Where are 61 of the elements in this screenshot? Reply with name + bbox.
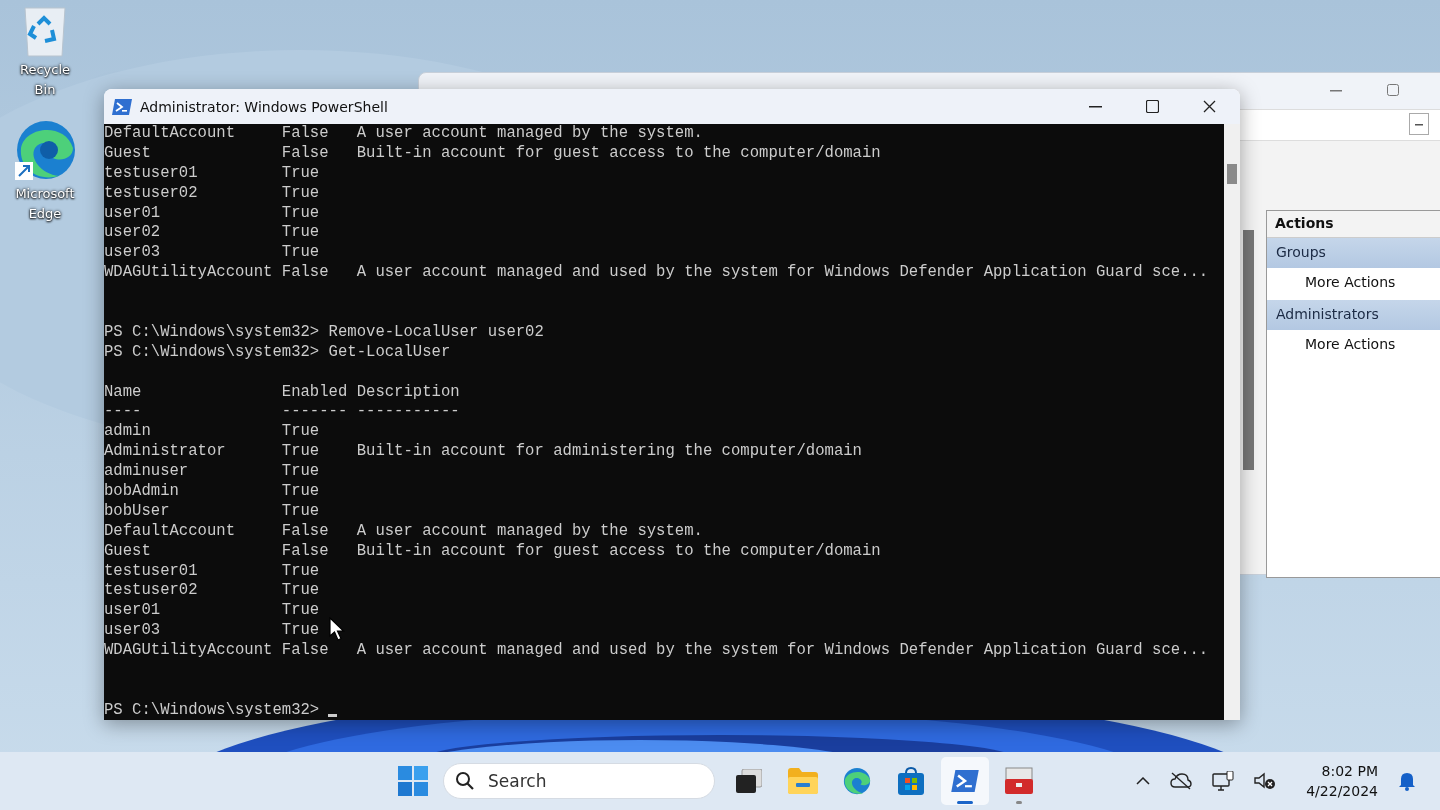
command-text: Get-LocalUser	[328, 342, 451, 361]
pane-title: Actions	[1267, 211, 1440, 238]
section-header[interactable]: Administrators	[1267, 300, 1440, 330]
running-indicator	[957, 801, 973, 804]
output-line: DefaultAccount False A user account managed by the system.	[104, 521, 703, 540]
windows-logo-icon[interactable]	[398, 766, 428, 796]
output-line: testuser02 True	[104, 581, 320, 600]
command-text: Remove-LocalUser user02	[328, 322, 544, 341]
edge-icon[interactable]	[13, 118, 77, 182]
toolbox-icon	[1005, 767, 1033, 795]
output-line: user03 True	[104, 243, 320, 262]
output-line: testuser02 True	[104, 183, 320, 202]
output-line: admin True	[104, 422, 320, 441]
output-line: user02 True	[104, 223, 320, 242]
cloud-off-icon[interactable]	[1170, 772, 1193, 790]
bell-icon[interactable]	[1398, 771, 1416, 791]
output-line: Administrator True Built-in account for administering the computer/domain	[104, 442, 862, 461]
minimize-icon[interactable]	[1089, 105, 1102, 108]
output-line: WDAGUtilityAccount False A user account managed and used by the system for Windows Defender Application Guard sce...	[104, 641, 1209, 660]
store-bag-icon	[898, 767, 924, 795]
output-line: WDAGUtilityAccount False A user account managed and used by the system for Windows Defender Application Guard sce...	[104, 263, 1209, 282]
output-line: Guest False Built-in account for guest access to the computer/domain	[104, 143, 881, 162]
action-link[interactable]: More Actions	[1267, 268, 1440, 300]
window-title: Administrator: Windows PowerShell	[140, 98, 388, 115]
maximize-icon[interactable]	[1146, 100, 1159, 113]
edge-icon	[843, 767, 871, 795]
close-icon[interactable]	[1203, 100, 1216, 113]
output-line: user03 True	[104, 621, 320, 640]
output-line: adminuser True	[104, 462, 320, 481]
monitor-icon[interactable]	[1212, 771, 1235, 791]
prompt-text: PS C:\Windows\system32>	[104, 322, 320, 341]
task-view-icon	[736, 769, 762, 793]
output-line: Name Enabled Description	[104, 382, 460, 401]
scrollbar-thumb[interactable]	[1227, 164, 1237, 184]
prompt-text: PS C:\Windows\system32>	[104, 342, 320, 361]
recycle-bin-icon[interactable]	[22, 4, 68, 58]
speaker-muted-icon[interactable]	[1254, 771, 1277, 791]
clock-time[interactable]: 8:02 PM	[1321, 761, 1378, 781]
output-line: bobAdmin True	[104, 482, 320, 501]
prompt-text: PS C:\Windows\system32>	[104, 700, 320, 719]
running-indicator	[1016, 801, 1022, 804]
scrollbar-thumb[interactable]	[1243, 230, 1254, 470]
powershell-icon	[951, 770, 979, 792]
output-line: bobUser True	[104, 501, 320, 520]
search-field[interactable]: Search	[443, 763, 715, 799]
output-line: testuser01 True	[104, 163, 320, 182]
section-header[interactable]: Groups	[1267, 238, 1440, 268]
output-line: ---- ------- -----------	[104, 402, 460, 421]
search-icon	[455, 771, 475, 791]
output-line: user01 True	[104, 203, 320, 222]
action-link[interactable]: More Actions	[1267, 330, 1440, 362]
chevron-up-icon[interactable]	[1136, 777, 1151, 785]
mouse-pointer-icon	[329, 617, 345, 641]
minus-icon[interactable]	[1409, 113, 1429, 135]
clock-date[interactable]: 4/22/2024	[1306, 781, 1378, 801]
output-line: testuser01 True	[104, 561, 320, 580]
folder-icon	[788, 768, 818, 794]
output-line: Guest False Built-in account for guest access to the computer/domain	[104, 541, 881, 560]
output-line: user01 True	[104, 601, 320, 620]
output-line: DefaultAccount False A user account managed by the system.	[104, 124, 703, 142]
powershell-icon	[112, 98, 132, 115]
